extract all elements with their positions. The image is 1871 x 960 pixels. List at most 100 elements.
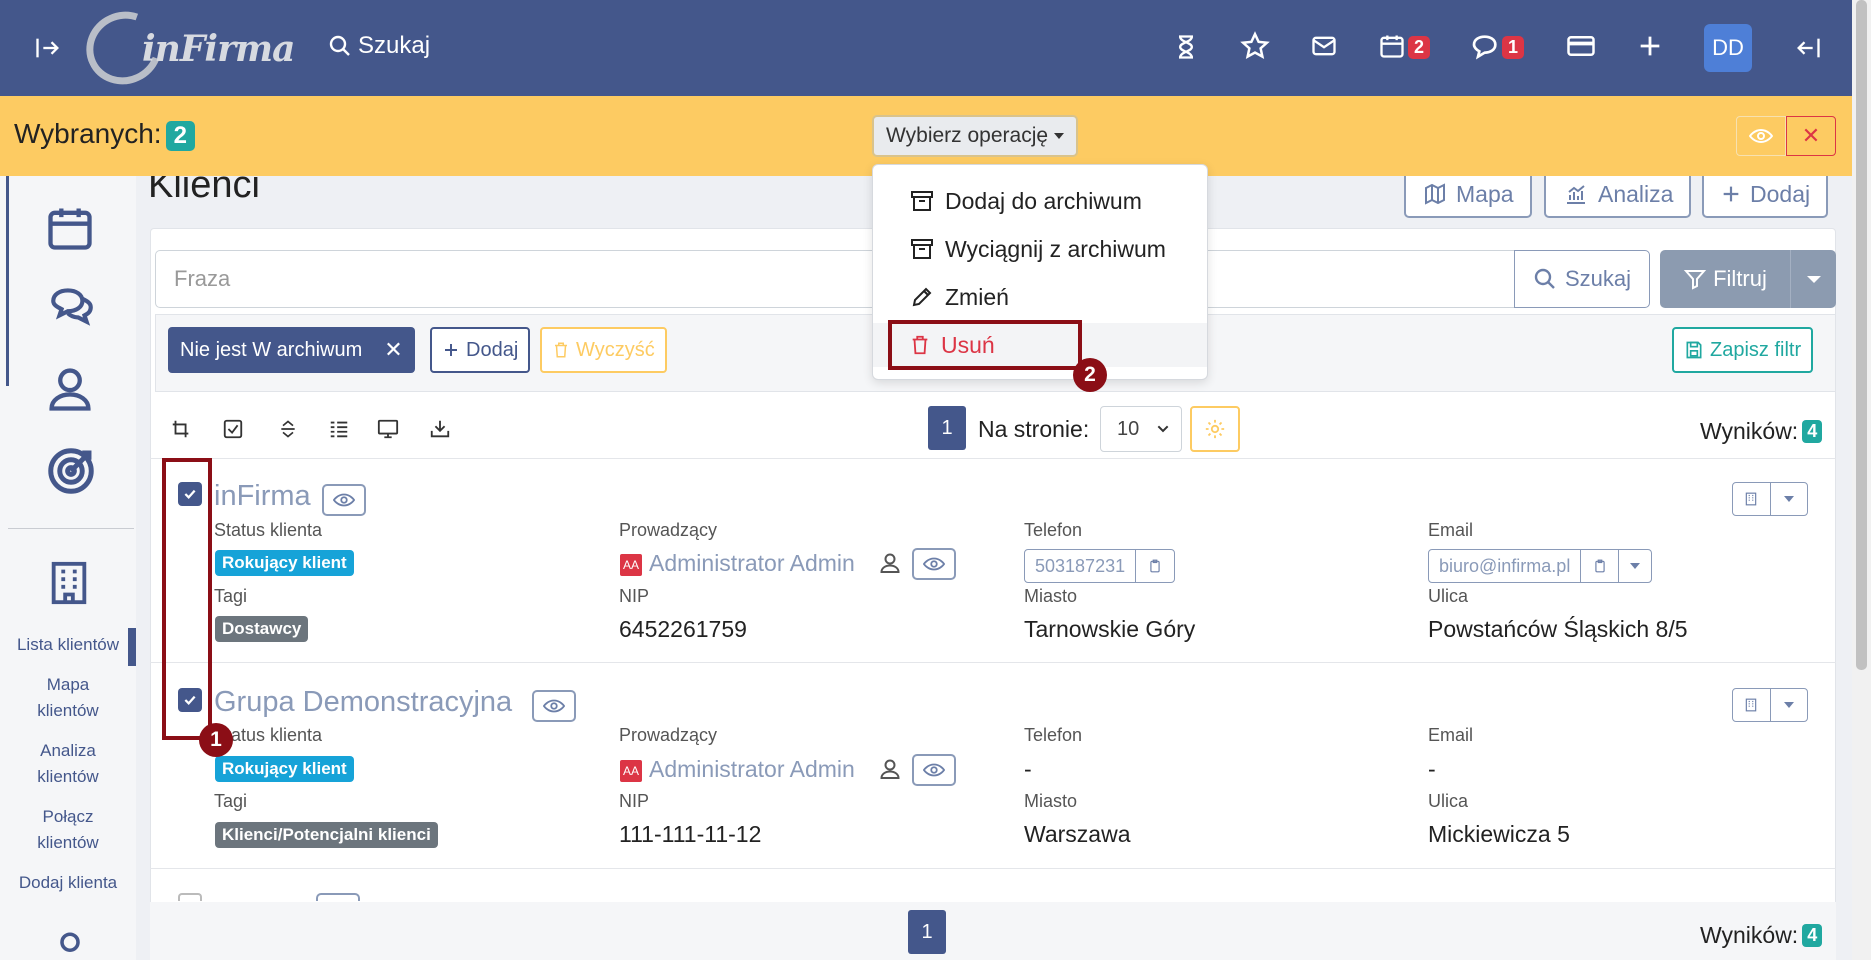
sidebar-chat-icon[interactable] bbox=[44, 280, 100, 330]
sidebar-user2-icon[interactable] bbox=[48, 928, 92, 960]
filter-button[interactable]: Filtruj bbox=[1660, 250, 1790, 308]
search-button[interactable]: Szukaj bbox=[1514, 250, 1650, 308]
status-label-1: Status klienta bbox=[214, 520, 323, 540]
clear-filters-button[interactable]: Wyczyść bbox=[540, 327, 667, 373]
client-name-1[interactable]: inFirma bbox=[214, 480, 311, 513]
chat-badge: 1 bbox=[1502, 36, 1525, 59]
filter-dropdown-toggle[interactable] bbox=[1790, 250, 1836, 308]
sidebar-user-icon[interactable] bbox=[44, 362, 96, 416]
hourglass-icon[interactable] bbox=[1172, 30, 1200, 64]
menu-item-edit[interactable]: Zmień bbox=[873, 275, 1207, 319]
tag-badge-1: Dostawcy bbox=[215, 616, 309, 642]
person-icon bbox=[878, 550, 902, 576]
archive-icon bbox=[911, 191, 933, 211]
list-settings-button[interactable] bbox=[1190, 406, 1240, 452]
owner-preview-button-2[interactable] bbox=[912, 754, 956, 786]
city-value-1: Tarnowskie Góry bbox=[1024, 616, 1196, 642]
global-search-button[interactable]: Szukaj bbox=[328, 32, 430, 60]
add-filter-button[interactable]: Dodaj bbox=[430, 327, 531, 373]
chevron-down-icon[interactable] bbox=[1771, 483, 1808, 515]
person-icon bbox=[878, 756, 902, 782]
sidebar-item-clients-analysis[interactable]: Analiza klientów bbox=[0, 738, 136, 790]
map-button-label: Mapa bbox=[1456, 180, 1514, 207]
analysis-button-label: Analiza bbox=[1598, 180, 1674, 207]
clipboard-icon[interactable] bbox=[1581, 550, 1620, 582]
calendar-icon[interactable] bbox=[1378, 30, 1406, 62]
client-preview-button-3[interactable] bbox=[316, 893, 360, 901]
client-preview-button-2[interactable] bbox=[532, 690, 576, 722]
save-filter-button[interactable]: Zapisz filtr bbox=[1672, 327, 1814, 373]
close-icon[interactable]: ✕ bbox=[384, 337, 402, 363]
owner-avatar-1: AA bbox=[620, 554, 642, 576]
per-page-select[interactable]: 10 bbox=[1100, 406, 1182, 452]
eye-icon bbox=[923, 557, 945, 571]
user-avatar[interactable]: DD bbox=[1704, 24, 1752, 72]
phone-value-1[interactable]: 503187231 bbox=[1025, 550, 1137, 582]
floppy-disk-icon bbox=[1686, 341, 1702, 359]
owner-preview-button-1[interactable] bbox=[912, 548, 956, 580]
pagination-page-1-bottom[interactable]: 1 bbox=[908, 910, 946, 954]
menu-item-add-to-archive[interactable]: Dodaj do archiwum bbox=[873, 179, 1207, 223]
eye-icon bbox=[923, 763, 945, 777]
clipboard-icon[interactable] bbox=[1136, 550, 1174, 582]
client-preview-button-1[interactable] bbox=[322, 484, 366, 516]
expand-collapse-icon[interactable] bbox=[278, 418, 298, 440]
sidebar-building-icon[interactable] bbox=[46, 556, 92, 610]
archive-icon bbox=[911, 239, 933, 259]
phone-value-2: - bbox=[1024, 756, 1032, 782]
client-actions-2[interactable] bbox=[1732, 688, 1808, 722]
credit-card-icon[interactable] bbox=[1566, 30, 1596, 62]
building-icon[interactable] bbox=[1733, 689, 1771, 721]
app-logo[interactable]: inFirma bbox=[74, 0, 295, 97]
plus-icon[interactable] bbox=[1636, 30, 1664, 62]
star-icon[interactable] bbox=[1240, 30, 1270, 62]
filter-chip-archive[interactable]: Nie jest W archiwum ✕ bbox=[168, 327, 415, 373]
sidebar-item-add-client[interactable]: Dodaj klienta bbox=[0, 870, 136, 896]
building-icon[interactable] bbox=[1733, 483, 1771, 515]
client-name-2[interactable]: Grupa Demonstracyjna bbox=[214, 686, 512, 719]
download-icon[interactable] bbox=[428, 418, 452, 440]
map-button[interactable]: Mapa bbox=[1404, 170, 1532, 218]
expand-sidebar-icon[interactable] bbox=[34, 30, 62, 66]
client-checkbox-3[interactable] bbox=[178, 893, 202, 901]
chevron-down-icon bbox=[1806, 275, 1821, 283]
add-client-button[interactable]: Dodaj bbox=[1702, 170, 1829, 218]
global-search-label: Szukaj bbox=[358, 32, 431, 59]
chevron-down-icon[interactable] bbox=[1771, 689, 1808, 721]
clear-selection-button[interactable]: ✕ bbox=[1786, 116, 1836, 156]
pagination-page-1[interactable]: 1 bbox=[928, 406, 966, 450]
show-selected-button[interactable] bbox=[1736, 116, 1786, 156]
select-all-icon[interactable] bbox=[222, 418, 244, 440]
sidebar-calendar-icon[interactable] bbox=[44, 200, 96, 256]
list-view-icon[interactable] bbox=[328, 418, 350, 440]
client-actions-1[interactable] bbox=[1732, 482, 1808, 516]
mail-icon[interactable] bbox=[1310, 30, 1338, 62]
pencil-icon bbox=[912, 287, 932, 307]
nip-label-1: NIP bbox=[619, 586, 650, 606]
owner-link-1[interactable]: Administrator Admin bbox=[649, 550, 855, 577]
email-value-1[interactable]: biuro@infirma.pl bbox=[1429, 550, 1582, 582]
switch-view-icon[interactable] bbox=[168, 418, 194, 440]
selected-count-label: Wybranych: 2 bbox=[14, 118, 195, 151]
analysis-button[interactable]: Analiza bbox=[1544, 170, 1692, 218]
sidebar-item-clients-list[interactable]: Lista klientów bbox=[0, 632, 136, 658]
eye-icon bbox=[543, 699, 565, 713]
sidebar: Lista klientów Mapa klientów Analiza kli… bbox=[0, 176, 136, 960]
page-scrollbar[interactable] bbox=[1852, 0, 1871, 960]
sidebar-target-icon[interactable] bbox=[44, 444, 98, 498]
menu-item-remove-from-archive[interactable]: Wyciągnij z archiwum bbox=[873, 227, 1207, 271]
chevron-down-icon bbox=[1157, 425, 1169, 433]
chat-icon[interactable] bbox=[1470, 30, 1502, 62]
nip-value-1: 6452261759 bbox=[619, 616, 747, 642]
collapse-panel-icon[interactable] bbox=[1794, 30, 1822, 66]
owner-link-2[interactable]: Administrator Admin bbox=[649, 756, 855, 783]
filter-chip-label: Nie jest W archiwum bbox=[180, 338, 363, 361]
clear-filters-label: Wyczyść bbox=[576, 338, 655, 361]
search-input[interactable]: Fraza bbox=[155, 250, 1515, 308]
monitor-icon[interactable] bbox=[376, 418, 400, 440]
sidebar-item-clients-map[interactable]: Mapa klientów bbox=[0, 672, 136, 724]
choose-operation-button[interactable]: Wybierz operację bbox=[872, 115, 1079, 157]
chart-icon bbox=[1567, 185, 1585, 204]
sidebar-item-merge-clients[interactable]: Połącz klientów bbox=[0, 804, 136, 856]
chevron-down-icon[interactable] bbox=[1619, 550, 1651, 582]
